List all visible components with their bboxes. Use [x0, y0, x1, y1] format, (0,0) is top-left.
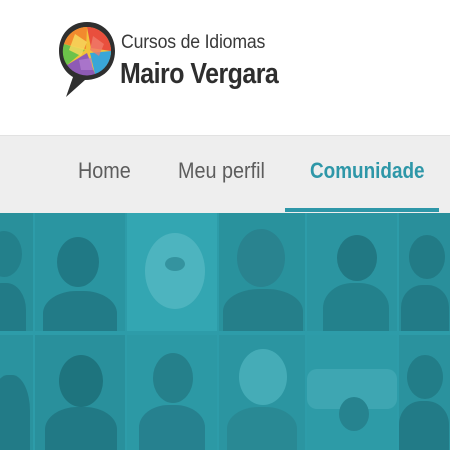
member-photo — [399, 213, 450, 331]
nav-item-comunidade-label: Comunidade — [310, 158, 425, 183]
logo-link[interactable]: Cursos de Idiomas Mairo Vergara — [57, 20, 297, 102]
main-nav: Home Meu perfil Comunidade — [0, 135, 450, 213]
member-photo — [307, 213, 397, 331]
nav-item-home[interactable]: Home — [78, 136, 137, 213]
site-header: Cursos de Idiomas Mairo Vergara — [0, 0, 450, 135]
member-photo — [0, 213, 33, 331]
brand-subtitle: Cursos de Idiomas — [121, 32, 266, 53]
speech-bubble-globe-logo-icon — [59, 22, 115, 97]
member-photo — [127, 335, 217, 450]
brand-name: Mairo Vergara — [120, 58, 279, 90]
community-photo-banner — [0, 213, 450, 450]
nav-item-meu-perfil-label: Meu perfil — [178, 158, 265, 183]
member-photo — [307, 335, 397, 450]
member-photo — [399, 335, 450, 450]
member-photo — [0, 335, 33, 450]
nav-item-home-label: Home — [78, 158, 131, 183]
member-photo — [219, 335, 305, 450]
member-photo — [127, 213, 217, 331]
active-tab-indicator — [285, 208, 439, 212]
nav-item-comunidade[interactable]: Comunidade — [310, 136, 443, 213]
member-photo — [35, 335, 125, 450]
member-photo — [35, 213, 125, 331]
member-photo — [219, 213, 305, 331]
nav-item-meu-perfil[interactable]: Meu perfil — [178, 136, 275, 213]
